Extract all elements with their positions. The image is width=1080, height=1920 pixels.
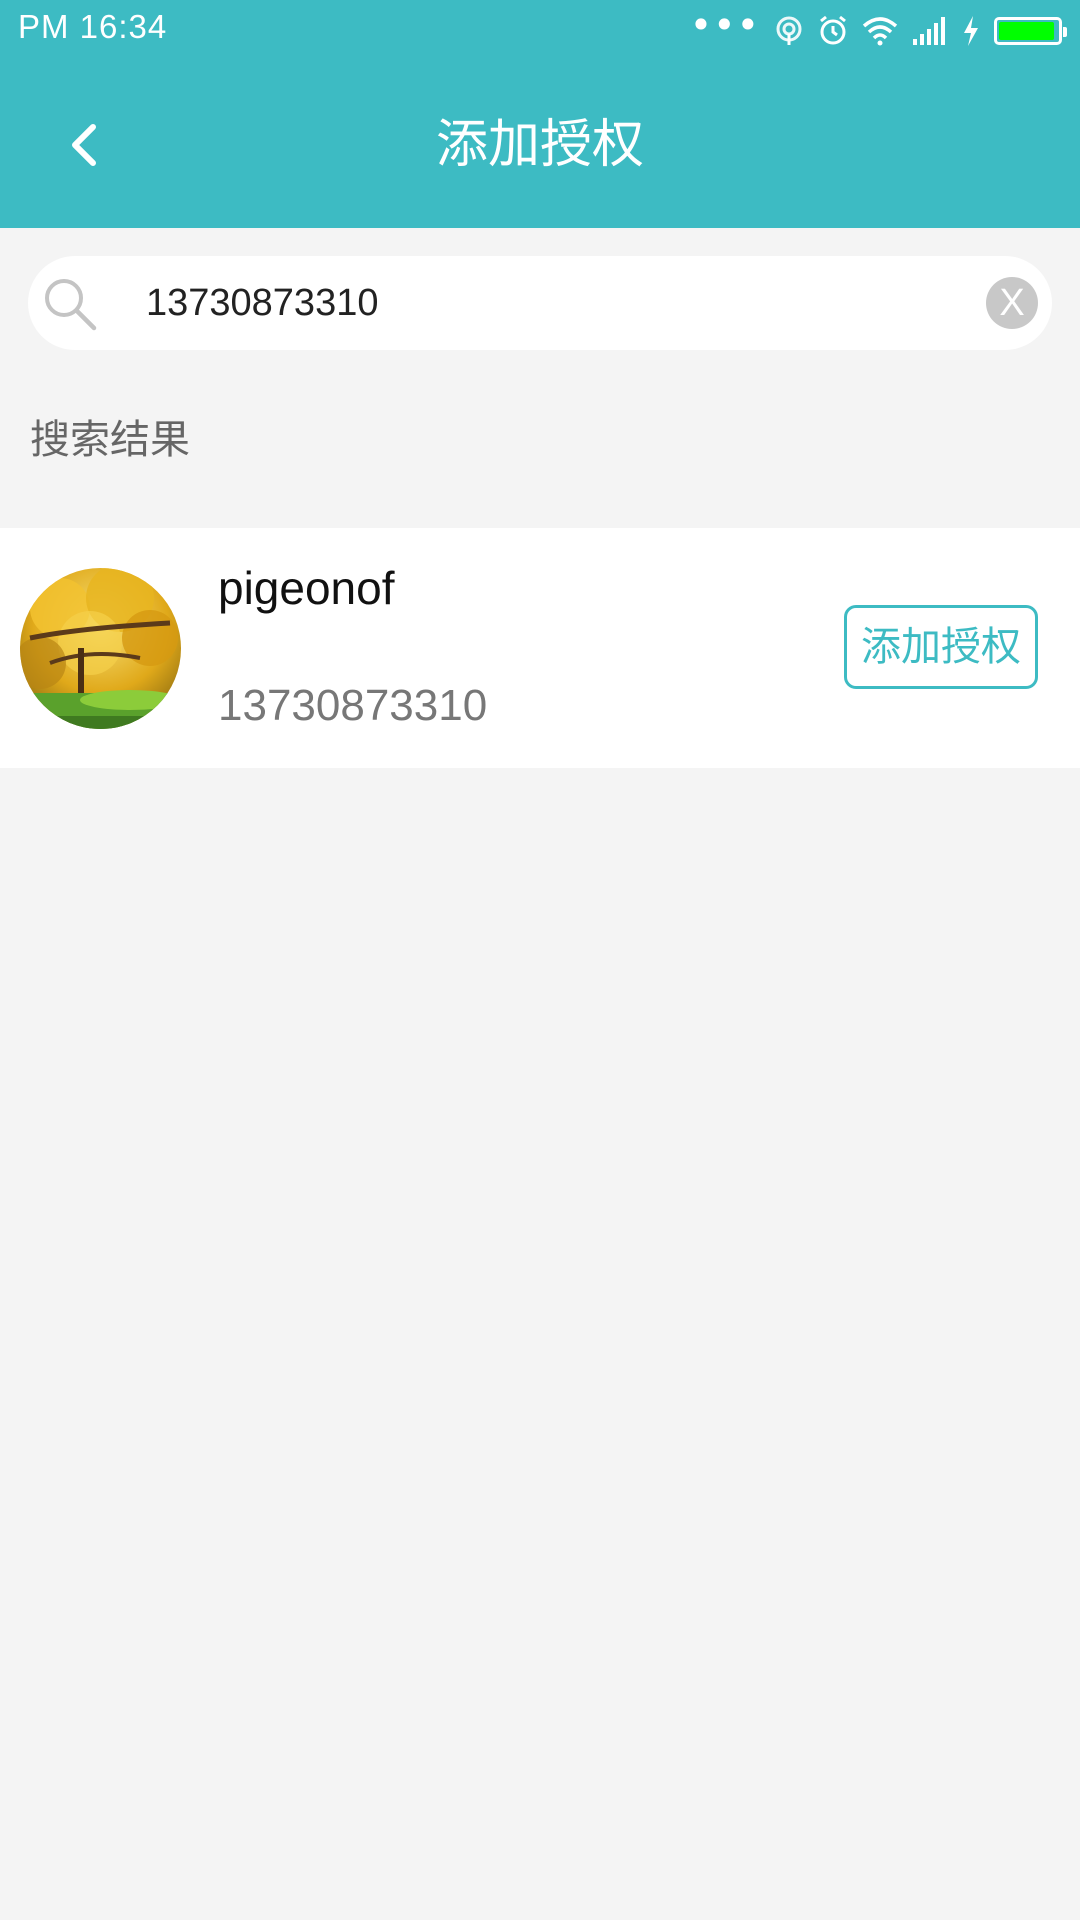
user-name: pigeonof (218, 562, 395, 614)
status-time: PM 16:34 (18, 8, 168, 45)
status-icons: ••• (676, 3, 1067, 52)
clear-search-button[interactable]: X (986, 277, 1038, 329)
alarm-icon (818, 15, 848, 47)
search-box[interactable]: X (28, 256, 1052, 350)
battery-icon (994, 17, 1067, 45)
search-results-label: 搜索结果 (30, 417, 190, 463)
search-input[interactable] (118, 256, 978, 350)
search-icon (42, 276, 98, 332)
hotspot-icon (774, 15, 804, 47)
charging-icon (962, 16, 980, 46)
wifi-icon (862, 16, 898, 46)
signal-icon (912, 17, 948, 45)
avatar (20, 568, 181, 729)
more-icon: ••• (689, 3, 760, 47)
page-title: 添加授权 (435, 115, 644, 175)
nav-bar: 添加授权 (0, 62, 1080, 228)
status-bar: PM 16:34 ••• (0, 0, 1080, 62)
list-item[interactable]: pigeonof 13730873310 添加授权 (0, 528, 1080, 768)
user-phone: 13730873310 (218, 681, 488, 730)
add-authorization-button[interactable]: 添加授权 (844, 605, 1038, 689)
app-header: PM 16:34 ••• 添加授权 (0, 0, 1080, 228)
